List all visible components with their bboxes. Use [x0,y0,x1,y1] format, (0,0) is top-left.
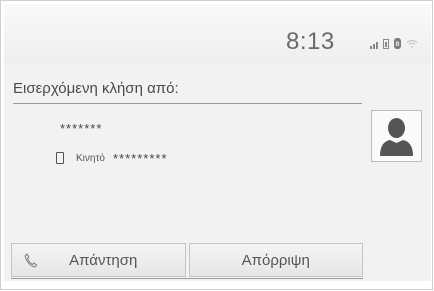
bluetooth-icon: ʙ [394,38,401,49]
phone-type-label: Κινητό [76,152,105,164]
caller-name: ******* [60,121,103,136]
signal-icon [370,39,378,49]
caller-avatar [371,110,422,162]
answer-label: Απάντηση [69,251,138,269]
call-action-buttons: Απάντηση Απόρριψη [11,243,363,277]
person-silhouette-icon [380,118,413,156]
caller-phone-row: Κινητό ********* [56,150,168,166]
status-bar: 8:13 ʙ [4,4,431,64]
phone-number: ********* [112,150,168,166]
reject-label: Απόρριψη [241,251,310,269]
phone-handset-icon [24,253,37,268]
battery-icon [383,38,389,49]
mobile-phone-icon [56,152,64,164]
wifi-icon [406,39,418,48]
clock: 8:13 [286,28,335,55]
divider [13,103,362,104]
incoming-call-heading: Εισερχόμενη κλήση από: [13,80,179,97]
buttons-underline [11,278,363,279]
reject-button[interactable]: Απόρριψη [188,243,363,277]
incoming-call-screen: 8:13 ʙ Εισερχόμενη κλήση από: ******* Κι… [4,4,431,281]
answer-button[interactable]: Απάντηση [11,243,186,277]
display-frame: 8:13 ʙ Εισερχόμενη κλήση από: ******* Κι… [0,0,433,290]
status-icons: ʙ [370,38,418,49]
